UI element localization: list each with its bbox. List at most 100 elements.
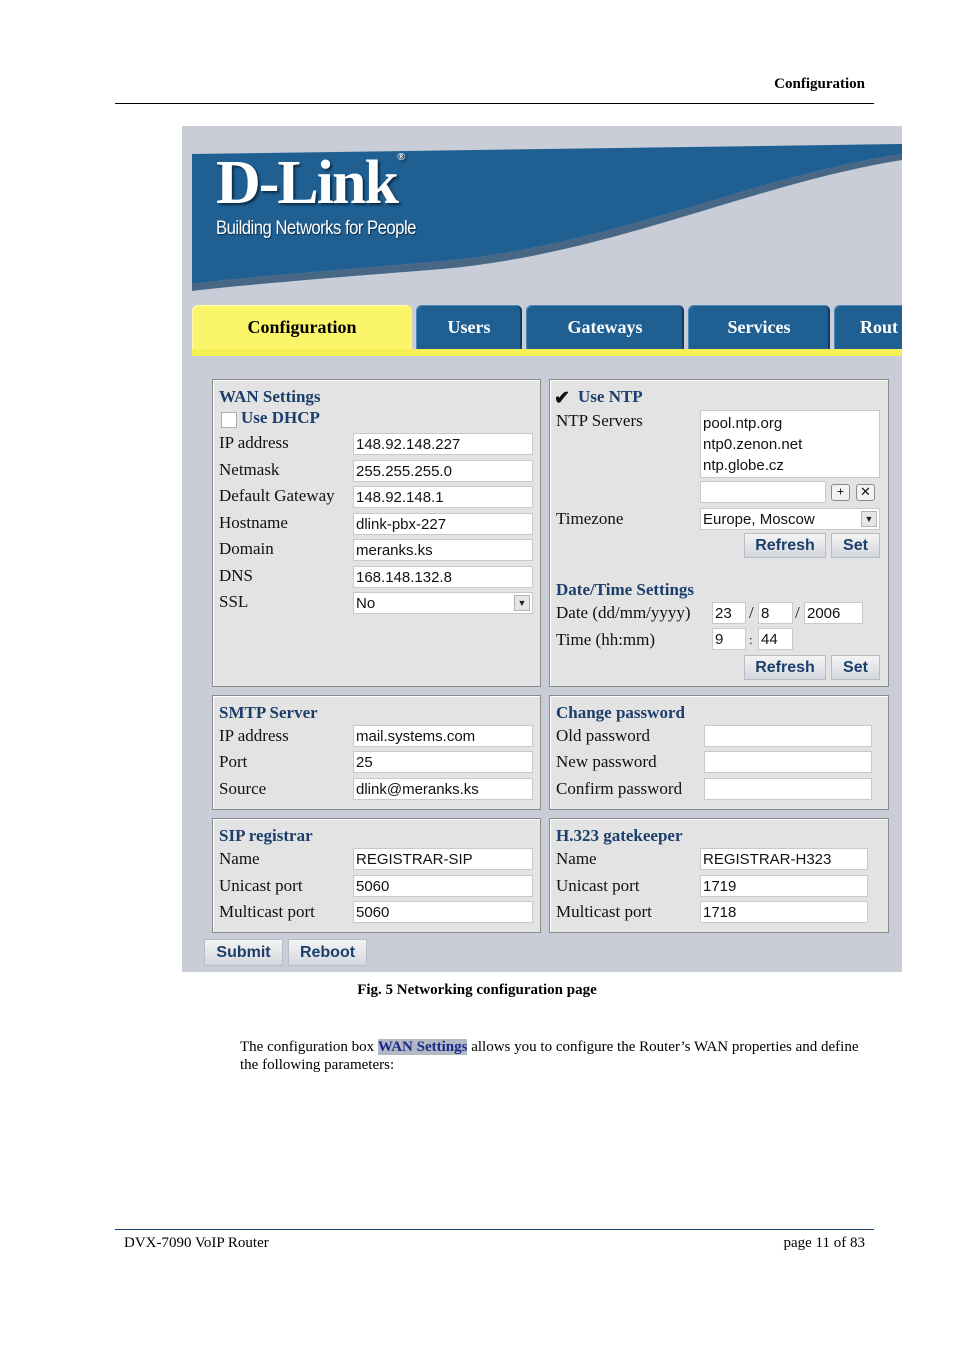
page-header-title: Configuration bbox=[774, 76, 865, 92]
sip-name-label: Name bbox=[219, 849, 260, 868]
old-password-input[interactable] bbox=[704, 725, 872, 747]
x-icon[interactable]: ✕ bbox=[856, 484, 875, 501]
footer-rule bbox=[115, 1229, 874, 1230]
use-ntp-label: Use NTP bbox=[578, 387, 643, 406]
ntp-server-item[interactable]: pool.ntp.org bbox=[703, 413, 879, 434]
body-paragraph: The configuration box WAN Settings allow… bbox=[240, 1038, 880, 1074]
smtp-source-input[interactable]: dlink@meranks.ks bbox=[353, 778, 533, 800]
timezone-label: Timezone bbox=[556, 509, 624, 528]
new-ntp-server-input[interactable] bbox=[700, 481, 826, 503]
sip-registrar-title: SIP registrar bbox=[219, 826, 313, 845]
domain-input[interactable]: meranks.ks bbox=[353, 539, 533, 561]
change-password-title: Change password bbox=[556, 703, 685, 722]
check-icon[interactable]: ✔ bbox=[554, 387, 570, 410]
use-dhcp-label: Use DHCP bbox=[241, 408, 320, 427]
confirm-password-label: Confirm password bbox=[556, 779, 683, 798]
smtp-source-label: Source bbox=[219, 779, 267, 798]
ip-address-input[interactable]: 148.92.148.227 bbox=[353, 433, 533, 455]
wan-settings-title: WAN Settings bbox=[219, 387, 321, 406]
smtp-server-title: SMTP Server bbox=[219, 703, 318, 722]
smtp-port-input[interactable]: 25 bbox=[353, 751, 533, 773]
dlink-logo: D-Link® bbox=[216, 149, 406, 217]
dns-input[interactable]: 168.148.132.8 bbox=[353, 566, 533, 588]
time-label: Time (hh:mm) bbox=[556, 630, 656, 649]
confirm-password-input[interactable] bbox=[704, 778, 872, 800]
date-separator: / bbox=[749, 603, 754, 622]
new-password-input[interactable] bbox=[704, 751, 872, 773]
ssl-label: SSL bbox=[219, 592, 249, 611]
header-rule bbox=[115, 103, 874, 104]
ntp-servers-label: NTP Servers bbox=[556, 411, 643, 430]
ssl-select[interactable]: No ▼ bbox=[353, 592, 533, 614]
timezone-select[interactable]: Europe, Moscow ▼ bbox=[700, 508, 880, 530]
old-password-label: Old password bbox=[556, 726, 650, 745]
h323-multicast-port-input[interactable]: 1718 bbox=[700, 901, 868, 923]
dns-label: DNS bbox=[219, 566, 254, 585]
use-dhcp-checkbox[interactable] bbox=[221, 412, 237, 428]
sip-unicast-port-label: Unicast port bbox=[219, 876, 303, 895]
ntp-servers-list[interactable]: pool.ntp.org ntp0.zenon.net ntp.globe.cz bbox=[700, 410, 880, 478]
domain-label: Domain bbox=[219, 539, 274, 558]
chevron-down-icon[interactable]: ▼ bbox=[514, 595, 530, 611]
hostname-label: Hostname bbox=[219, 513, 288, 532]
year-input[interactable]: 2006 bbox=[804, 602, 863, 624]
wan-settings-highlight: WAN Settings bbox=[377, 1039, 468, 1055]
month-input[interactable]: 8 bbox=[758, 602, 793, 624]
tab-bar: Configuration Users Gateways Services Ro… bbox=[192, 305, 902, 349]
tab-services[interactable]: Services bbox=[688, 305, 830, 349]
date-separator: / bbox=[795, 603, 800, 622]
tab-underline bbox=[192, 349, 902, 356]
time-separator: : bbox=[749, 632, 753, 647]
sip-name-input[interactable]: REGISTRAR-SIP bbox=[353, 848, 533, 870]
chevron-down-icon[interactable]: ▼ bbox=[861, 511, 877, 527]
ntp-refresh-button[interactable]: Refresh bbox=[744, 533, 826, 558]
datetime-settings-title: Date/Time Settings bbox=[556, 580, 695, 599]
sip-multicast-port-label: Multicast port bbox=[219, 902, 315, 921]
date-label: Date (dd/mm/yyyy) bbox=[556, 603, 691, 622]
h323-gatekeeper-panel: H.323 gatekeeper Name REGISTRAR-H323 Uni… bbox=[549, 818, 889, 933]
router-screenshot: D-Link® Building Networks for People Con… bbox=[182, 126, 902, 972]
default-gateway-label: Default Gateway bbox=[219, 486, 335, 505]
datetime-set-button[interactable]: Set bbox=[831, 655, 880, 680]
change-password-panel: Change password Old password New passwor… bbox=[549, 695, 889, 810]
tab-gateways[interactable]: Gateways bbox=[526, 305, 684, 349]
h323-unicast-port-input[interactable]: 1719 bbox=[700, 875, 868, 897]
day-input[interactable]: 23 bbox=[712, 602, 746, 624]
h323-multicast-port-label: Multicast port bbox=[556, 902, 652, 921]
hostname-input[interactable]: dlink-pbx-227 bbox=[353, 513, 533, 535]
ntp-server-item[interactable]: ntp0.zenon.net bbox=[703, 434, 879, 455]
footer-product-name: DVX-7090 VoIP Router bbox=[124, 1235, 269, 1251]
minute-input[interactable]: 44 bbox=[758, 628, 793, 650]
tab-routing[interactable]: Rout bbox=[834, 305, 902, 349]
ssl-select-value: No bbox=[356, 595, 376, 612]
netmask-input[interactable]: 255.255.255.0 bbox=[353, 460, 533, 482]
h323-unicast-port-label: Unicast port bbox=[556, 876, 640, 895]
reboot-button[interactable]: Reboot bbox=[288, 939, 367, 966]
default-gateway-input[interactable]: 148.92.148.1 bbox=[353, 486, 533, 508]
ntp-set-button[interactable]: Set bbox=[831, 533, 880, 558]
sip-multicast-port-input[interactable]: 5060 bbox=[353, 901, 533, 923]
hour-input[interactable]: 9 bbox=[712, 628, 746, 650]
h323-name-label: Name bbox=[556, 849, 597, 868]
footer-page-number: page 11 of 83 bbox=[783, 1235, 865, 1251]
sip-unicast-port-input[interactable]: 5060 bbox=[353, 875, 533, 897]
datetime-refresh-button[interactable]: Refresh bbox=[744, 655, 826, 680]
smtp-ip-label: IP address bbox=[219, 726, 289, 745]
new-password-label: New password bbox=[556, 752, 657, 771]
tagline: Building Networks for People bbox=[216, 218, 416, 239]
sip-registrar-panel: SIP registrar Name REGISTRAR-SIP Unicast… bbox=[212, 818, 541, 933]
h323-gatekeeper-title: H.323 gatekeeper bbox=[556, 826, 683, 845]
tab-configuration[interactable]: Configuration bbox=[192, 305, 412, 349]
ntp-panel: ✔ Use NTP NTP Servers pool.ntp.org ntp0.… bbox=[549, 379, 889, 687]
submit-button[interactable]: Submit bbox=[204, 939, 283, 966]
smtp-port-label: Port bbox=[219, 752, 248, 771]
figure-caption: Fig. 5 Networking configuration page bbox=[357, 982, 597, 998]
plus-icon[interactable]: + bbox=[831, 484, 850, 501]
h323-name-input[interactable]: REGISTRAR-H323 bbox=[700, 848, 868, 870]
smtp-ip-input[interactable]: mail.systems.com bbox=[353, 725, 533, 747]
paragraph-text-before: The configuration box bbox=[240, 1039, 378, 1055]
ip-address-label: IP address bbox=[219, 433, 289, 452]
tab-users[interactable]: Users bbox=[416, 305, 522, 349]
wan-settings-panel: WAN Settings Use DHCP IP address 148.92.… bbox=[212, 379, 541, 687]
ntp-server-item[interactable]: ntp.globe.cz bbox=[703, 455, 879, 476]
